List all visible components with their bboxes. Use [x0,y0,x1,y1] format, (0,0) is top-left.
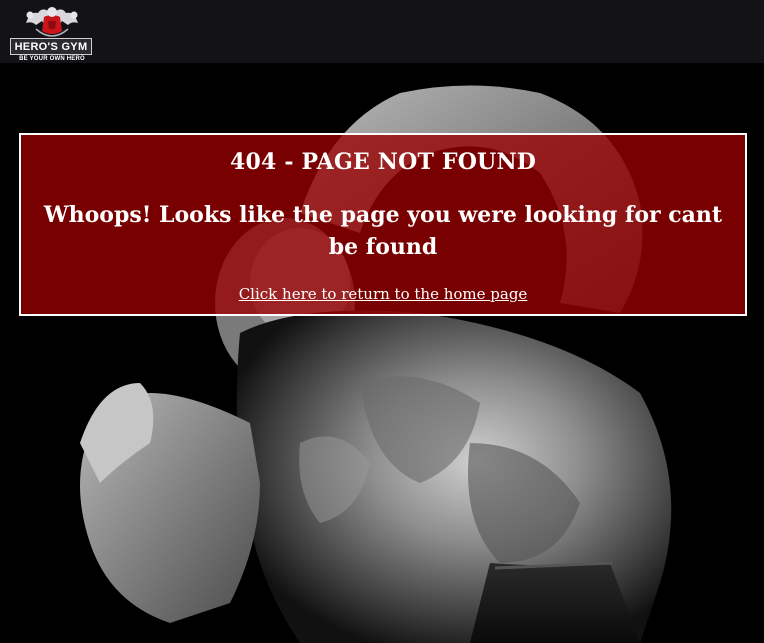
error-title: 404 - PAGE NOT FOUND [229,149,537,175]
error-page: HERO'S GYM BE YOUR OWN HERO 404 - PAGE N… [0,0,764,643]
error-message: Whoops! Looks like the page you were loo… [43,202,723,260]
site-header: HERO'S GYM BE YOUR OWN HERO [0,0,764,63]
return-home-link[interactable]: Click here to return to the home page [21,283,745,305]
logo-tagline: BE YOUR OWN HERO [19,56,85,62]
error-panel: 404 - PAGE NOT FOUND Whoops! Looks like … [19,133,747,316]
site-logo[interactable]: HERO'S GYM BE YOUR OWN HERO [10,3,94,63]
logo-title: HERO'S GYM [10,38,92,55]
muscle-man-icon [26,7,78,37]
